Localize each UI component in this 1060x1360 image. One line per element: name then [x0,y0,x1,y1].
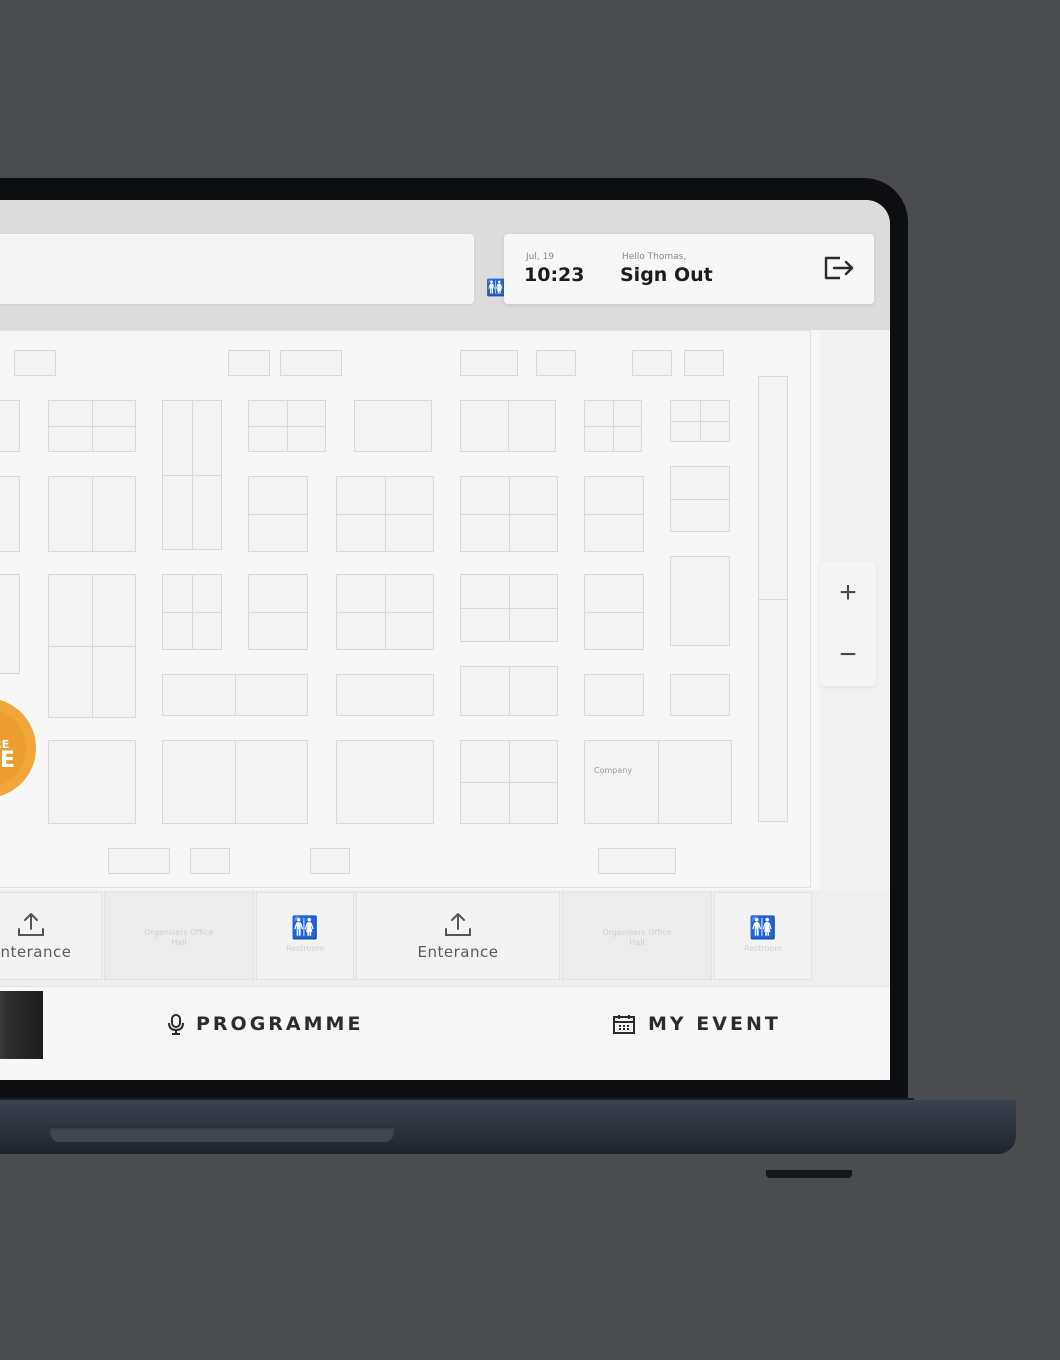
booth[interactable] [48,476,136,552]
booth[interactable] [354,400,432,452]
search-area[interactable] [0,234,474,304]
logout-icon[interactable] [822,252,856,284]
booth[interactable] [336,476,434,552]
nav-my-event[interactable]: MY EVENT [612,1013,781,1035]
booth[interactable] [670,556,730,646]
booth[interactable] [162,400,222,550]
restroom-icon: 🚻 [749,916,777,941]
programme-label: PROGRAMME [196,1013,364,1035]
time-text: 10:23 [524,264,585,286]
bottom-navigation: PROGRAMME MY EVENT [0,986,890,1080]
entrance-icon [445,913,471,936]
zoom-out-button[interactable]: − [820,626,876,684]
booth[interactable] [460,350,518,376]
user-panel: Jul, 19 10:23 Hello Thomas, Sign Out [504,234,874,304]
calendar-icon [613,1015,635,1034]
booth[interactable] [190,848,230,874]
booth[interactable] [632,350,672,376]
booth[interactable] [248,574,308,650]
floor-map[interactable]: Company [0,330,820,890]
booth[interactable] [162,740,308,824]
booth[interactable] [336,674,434,716]
booth[interactable] [310,848,350,874]
microphone-icon [168,1014,184,1035]
app-screen: 🚻 Jul, 19 10:23 Hello Thomas, Sign Out C… [0,200,890,1080]
booth[interactable] [670,400,730,442]
booth[interactable] [584,674,644,716]
restroom-icon: 🚻 [291,916,319,941]
restroom-label: Restroom [285,944,325,953]
booth[interactable] [248,400,326,452]
entrance-label: Enterance [417,943,499,961]
organisers-office[interactable]: Organisers Office Hall [104,892,254,980]
entrance-label: Enterance [0,943,72,961]
booth[interactable] [48,400,136,452]
booth[interactable] [162,574,222,650]
video-thumbnail[interactable] [0,991,43,1059]
booth[interactable] [336,574,434,650]
laptop-notch [50,1126,394,1142]
booth[interactable] [584,400,642,452]
greeting-text: Hello Thomas, [622,252,687,262]
booth[interactable] [108,848,170,874]
booth-column[interactable] [758,376,788,822]
booth[interactable] [248,476,308,552]
booth[interactable] [228,350,270,376]
booth[interactable] [460,666,558,716]
my-event-label: MY EVENT [648,1013,781,1035]
office-label: Organisers Office Hall [144,928,214,947]
booth[interactable] [0,476,20,552]
entrance-icon [18,913,44,936]
booth[interactable] [584,476,644,552]
booth[interactable] [670,674,730,716]
booth[interactable] [536,350,576,376]
booth[interactable] [598,848,676,874]
booth[interactable] [460,476,558,552]
booth[interactable] [162,674,308,716]
entrance-mid[interactable]: Enterance [356,892,560,980]
date-text: Jul, 19 [526,252,555,262]
booth[interactable] [0,400,20,452]
booth[interactable] [280,350,342,376]
booth[interactable] [0,574,20,674]
top-bar: 🚻 Jul, 19 10:23 Hello Thomas, Sign Out [0,200,890,330]
restroom-label: Restroom [743,944,783,953]
booth-company[interactable] [584,740,732,824]
hall-label-strip [0,304,890,330]
zoom-controls: + − [820,562,876,686]
office-label: Organisers Office Hall [602,928,672,947]
laptop-foot [766,1170,852,1178]
booth[interactable] [336,740,434,824]
booth[interactable] [670,466,730,532]
restroom[interactable]: 🚻 Restroom [256,892,354,980]
restroom[interactable]: 🚻 Restroom [714,892,812,980]
booth[interactable] [460,740,558,824]
booth[interactable] [14,350,56,376]
organisers-office[interactable]: Organisers Office Hall [562,892,712,980]
facilities-row: Enterance Organisers Office Hall 🚻 Restr… [0,890,890,986]
pin-text-line2: ERE [0,748,15,773]
booth[interactable] [584,574,644,650]
nav-programme[interactable]: PROGRAMME [168,1013,363,1035]
booth[interactable] [684,350,724,376]
zoom-in-button[interactable]: + [820,564,876,622]
booth[interactable] [460,400,556,452]
entrance-left[interactable]: Enterance [0,892,102,980]
restroom-marker-icon: 🚻 [486,278,506,297]
sign-out-link[interactable]: Sign Out [620,264,713,286]
booth[interactable] [460,574,558,642]
company-label: Company [594,766,633,775]
